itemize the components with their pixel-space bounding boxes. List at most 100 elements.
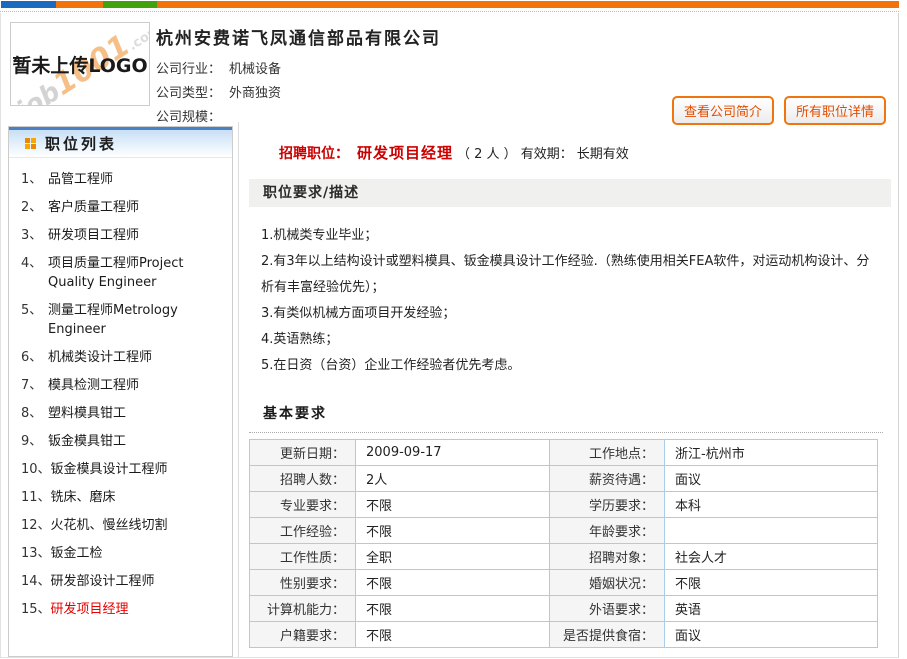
all-jobs-detail-button[interactable]: 所有职位详情 [784,96,886,125]
job-item-number: 2、 [21,198,48,217]
job-item-label: 研发项目工程师 [48,226,226,245]
company-field: 公司行业： 机械设备 [156,58,281,82]
job-list-item[interactable]: 1、品管工程师 [21,170,226,189]
sidebar-header: 职位列表 [9,127,232,158]
basic-table-row: 性别要求：不限婚姻状况：不限 [250,570,878,596]
job-list-item[interactable]: 3、研发项目工程师 [21,226,226,245]
basic-value-cell: 本科 [665,492,878,518]
job-list-item[interactable]: 9、钣金模具钳工 [21,432,226,451]
job-item-number: 14、 [21,572,51,591]
job-list-item[interactable]: 10、钣金模具设计工程师 [21,460,226,479]
job-item-label: 塑料模具钳工 [48,404,226,423]
basic-label-cell: 工作地点： [550,440,665,466]
basic-value-cell: 不限 [665,570,878,596]
job-list-item[interactable]: 13、钣金工检 [21,544,226,563]
basic-value-cell: 浙江-杭州市 [665,440,878,466]
job-item-number: 11、 [21,488,51,507]
basic-table-row: 计算机能力：不限外语要求：英语 [250,596,878,622]
job-list-item[interactable]: 14、研发部设计工程师 [21,572,226,591]
job-item-label: 品管工程师 [48,170,226,189]
view-company-profile-button[interactable]: 查看公司简介 [672,96,774,125]
job-header-prefix: 招聘职位： [279,146,349,162]
basic-value-cell: 面议 [665,466,878,492]
job-headcount: （ 2 人 ） [457,147,517,162]
job-item-number: 7、 [21,376,48,395]
job-list-item[interactable]: 12、火花机、慢丝线切割 [21,516,226,535]
job-list-item[interactable]: 5、测量工程师Metrology Engineer [21,301,226,339]
basic-value-cell: 2009-09-17 [356,440,550,466]
job-list-item[interactable]: 8、塑料模具钳工 [21,404,226,423]
job-item-number: 4、 [21,254,48,292]
job-item-number: 5、 [21,301,48,339]
basic-value-cell: 不限 [356,492,550,518]
job-title: 研发项目经理 [357,144,453,162]
basic-label-cell: 性别要求： [250,570,356,596]
body-area: 职位列表 1、品管工程师2、客户质量工程师3、研发项目工程师4、项目质量工程师P… [1,122,899,657]
job-item-label: 钣金模具设计工程师 [51,460,226,479]
basic-value-cell: 2人 [356,466,550,492]
job-item-number: 12、 [21,516,51,535]
job-item-label: 钣金模具钳工 [48,432,226,451]
job-list-item[interactable]: 6、机械类设计工程师 [21,348,226,367]
basic-label-cell: 学历要求： [550,492,665,518]
top-bar-segment [103,1,157,8]
basic-value-cell: 不限 [356,596,550,622]
job-item-label: 项目质量工程师Project Quality Engineer [48,254,226,292]
basic-table-row: 户籍要求：不限是否提供食宿：面议 [250,622,878,648]
company-name: 杭州安费诺飞凤通信部品有限公司 [156,24,441,49]
job-list-item[interactable]: 11、铣床、磨床 [21,488,226,507]
job-item-number: 13、 [21,544,51,563]
basic-value-cell: 面议 [665,622,878,648]
basic-label-cell: 招聘对象： [550,544,665,570]
basic-table-row: 工作性质：全职招聘对象：社会人才 [250,544,878,570]
validity-value: 长期有效 [577,147,629,162]
company-field-value: 外商独资 [229,86,281,101]
job-list-item[interactable]: 7、模具检测工程师 [21,376,226,395]
job-item-label: 研发部设计工程师 [51,572,226,591]
job-item-number: 9、 [21,432,48,451]
job-item-label: 铣床、磨床 [51,488,226,507]
basic-table-row: 更新日期：2009-09-17工作地点：浙江-杭州市 [250,440,878,466]
main-content: 招聘职位： 研发项目经理 （ 2 人 ） 有效期： 长期有效 职位要求/描述 1.机械类… [249,122,891,659]
job-description: 1.机械类专业毕业；2.有3年以上结构设计或塑料模具、钣金模具设计工作经验.（熟… [261,223,877,379]
vertical-divider [238,122,239,657]
job-item-number: 8、 [21,404,48,423]
top-bar-segment [157,1,899,8]
page: job1001.com 暂未上传LOGO 杭州安费诺飞凤通信部品有限公司 公司行… [0,0,907,659]
basic-label-cell: 是否提供食宿： [550,622,665,648]
company-header: job1001.com 暂未上传LOGO 杭州安费诺飞凤通信部品有限公司 公司行… [1,14,898,122]
company-field: 公司类型：外商独资 [156,82,281,106]
basic-label-cell: 外语要求： [550,596,665,622]
requirements-section-header: 职位要求/描述 [249,179,891,207]
basic-label-cell: 计算机能力： [250,596,356,622]
basic-table-row: 专业要求：不限学历要求：本科 [250,492,878,518]
basic-label-cell: 招聘人数： [250,466,356,492]
validity-label: 有效期： [521,147,573,162]
basic-label-cell: 工作经验： [250,518,356,544]
job-list: 1、品管工程师2、客户质量工程师3、研发项目工程师4、项目质量工程师Projec… [9,158,232,619]
company-fields: 公司行业：机械设备公司类型：外商独资公司规模： [156,58,281,130]
logo-placeholder-text: 暂未上传LOGO [11,23,149,105]
list-icon [25,138,36,149]
job-list-item[interactable]: 15、研发项目经理 [21,600,226,619]
basic-label-cell: 婚姻状况： [550,570,665,596]
basic-label-cell: 更新日期： [250,440,356,466]
basic-label-cell: 户籍要求： [250,622,356,648]
basic-value-cell: 全职 [356,544,550,570]
company-field-value: 机械设备 [229,62,281,77]
basic-label-cell: 工作性质： [250,544,356,570]
basic-value-cell: 不限 [356,570,550,596]
company-field-label: 公司行业： [156,62,221,77]
basic-value-cell: 社会人才 [665,544,878,570]
job-item-number: 15、 [21,600,51,619]
description-line: 4.英语熟练； [261,327,877,353]
job-list-item[interactable]: 4、项目质量工程师Project Quality Engineer [21,254,226,292]
basic-value-cell [665,518,878,544]
job-item-number: 6、 [21,348,48,367]
company-logo-box: job1001.com 暂未上传LOGO [10,22,150,106]
job-item-number: 3、 [21,226,48,245]
header-buttons: 查看公司简介所有职位详情 [672,96,886,125]
description-line: 2.有3年以上结构设计或塑料模具、钣金模具设计工作经验.（熟练使用相关FEA软件… [261,249,877,301]
job-list-item[interactable]: 2、客户质量工程师 [21,198,226,217]
description-line: 3.有类似机械方面项目开发经验； [261,301,877,327]
